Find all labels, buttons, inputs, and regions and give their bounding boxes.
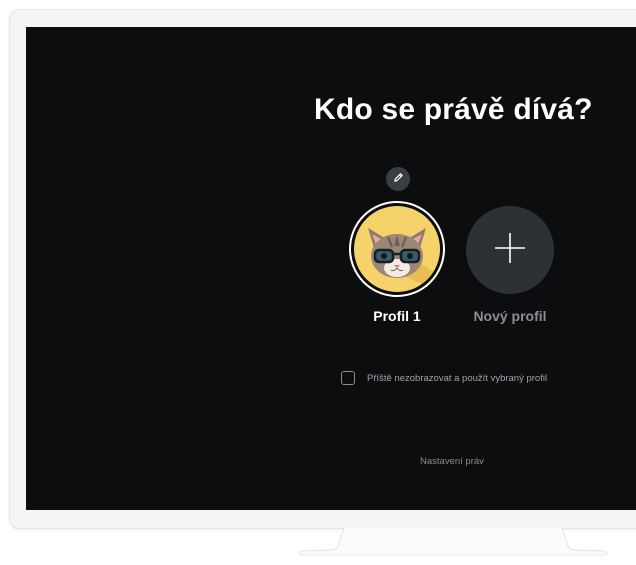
new-profile-button[interactable]: [466, 206, 554, 294]
page-title: Kdo se právě dívá?: [314, 93, 593, 126]
profile-1-label[interactable]: Profil 1: [347, 308, 447, 324]
tv-screen: Kdo se právě dívá? Profil 1 Nový profil …: [26, 27, 636, 510]
rights-settings-link[interactable]: Nastavení práv: [420, 456, 484, 467]
profile-1-avatar[interactable]: [349, 201, 445, 297]
remember-profile-option[interactable]: Příště nezobrazovat a použít vybraný pro…: [341, 371, 547, 385]
tv-stand: [298, 527, 608, 560]
remember-profile-checkbox[interactable]: [341, 371, 355, 385]
cat-with-glasses-avatar: [354, 206, 440, 292]
edit-profile-button[interactable]: [386, 167, 410, 191]
pencil-icon: [393, 170, 404, 188]
plus-icon: [493, 231, 527, 270]
remember-profile-label: Příště nezobrazovat a použít vybraný pro…: [367, 372, 548, 384]
new-profile-label[interactable]: Nový profil: [460, 308, 560, 324]
